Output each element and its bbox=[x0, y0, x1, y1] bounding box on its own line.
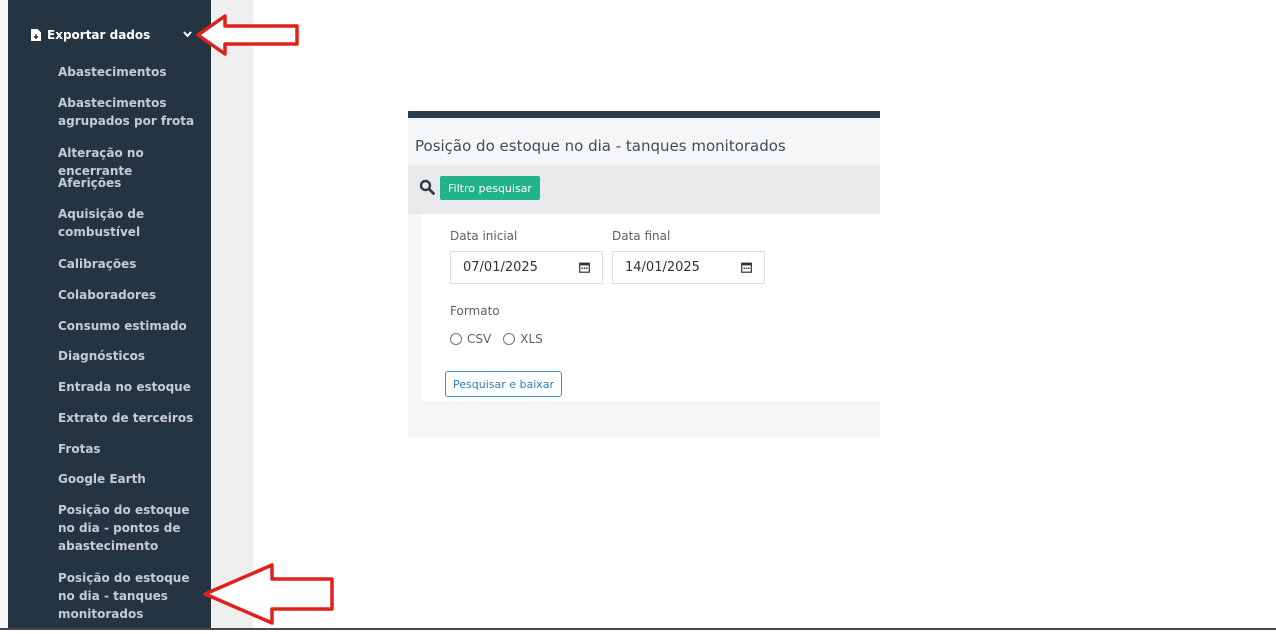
sidebar-item-aquisicao-combustivel[interactable]: Aquisição de combustível bbox=[58, 205, 208, 241]
csv-label: CSV bbox=[467, 332, 492, 346]
format-option-csv[interactable]: CSV bbox=[450, 332, 491, 346]
filter-form: Data inicial Data final 07/01/2025 14/01… bbox=[421, 214, 880, 401]
search-download-button[interactable]: Pesquisar e baixar bbox=[445, 371, 563, 397]
sidebar-item-calibracoes[interactable]: Calibrações bbox=[58, 255, 208, 273]
sidebar-section-label: Exportar dados bbox=[47, 28, 151, 42]
sidebar-item-google-earth[interactable]: Google Earth bbox=[58, 470, 208, 488]
sidebar-item-afericoes[interactable]: Aferições bbox=[58, 174, 208, 192]
radio-button[interactable] bbox=[503, 333, 516, 345]
start-date-value: 07/01/2025 bbox=[463, 260, 538, 275]
filter-bar: Filtro pesquisar bbox=[408, 165, 880, 214]
radio-button[interactable] bbox=[450, 333, 462, 345]
page-edge bbox=[0, 0, 8, 628]
sidebar-section-export[interactable]: Exportar dados bbox=[8, 20, 211, 50]
chevron-down-icon[interactable] bbox=[183, 27, 192, 41]
sidebar-item-diagnosticos[interactable]: Diagnósticos bbox=[58, 347, 208, 365]
annotation-arrow-icon bbox=[203, 563, 334, 625]
page-title: Posição do estoque no dia - tanques moni… bbox=[415, 137, 786, 155]
filter-search-button[interactable]: Filtro pesquisar bbox=[440, 176, 540, 200]
sidebar-item-entrada-estoque[interactable]: Entrada no estoque bbox=[58, 378, 208, 396]
calendar-icon[interactable] bbox=[741, 262, 752, 277]
sidebar: Exportar dados Abastecimentos Abastecime… bbox=[8, 0, 211, 628]
start-date-label: Data inicial bbox=[450, 229, 518, 243]
sidebar-item-abastecimentos[interactable]: Abastecimentos bbox=[58, 63, 208, 81]
search-icon bbox=[419, 179, 435, 199]
annotation-arrow-icon bbox=[196, 14, 299, 56]
file-download-icon bbox=[31, 29, 41, 41]
export-card: Posição do estoque no dia - tanques moni… bbox=[408, 111, 880, 437]
end-date-label: Data final bbox=[612, 229, 671, 243]
sidebar-item-abastecimentos-frota[interactable]: Abastecimentos agrupados por frota bbox=[58, 94, 208, 130]
calendar-icon[interactable] bbox=[579, 262, 590, 277]
sidebar-item-colaboradores[interactable]: Colaboradores bbox=[58, 286, 208, 304]
start-date-field[interactable]: 07/01/2025 bbox=[450, 251, 603, 284]
bottom-divider bbox=[0, 628, 1276, 634]
sidebar-item-estoque-pontos[interactable]: Posição do estoque no dia - pontos de ab… bbox=[58, 501, 208, 555]
end-date-field[interactable]: 14/01/2025 bbox=[612, 251, 765, 284]
sidebar-item-estoque-tanques[interactable]: Posição do estoque no dia - tanques moni… bbox=[58, 569, 208, 623]
format-option-xls[interactable]: XLS bbox=[503, 332, 543, 346]
sidebar-gutter bbox=[211, 0, 253, 628]
format-label: Formato bbox=[450, 304, 500, 318]
sidebar-item-extrato-terceiros[interactable]: Extrato de terceiros bbox=[58, 409, 208, 427]
sidebar-item-frotas[interactable]: Frotas bbox=[58, 440, 208, 458]
xls-label: XLS bbox=[520, 332, 543, 346]
end-date-value: 14/01/2025 bbox=[625, 260, 700, 275]
sidebar-item-consumo-estimado[interactable]: Consumo estimado bbox=[58, 317, 208, 335]
format-options: CSV XLS bbox=[450, 332, 555, 346]
